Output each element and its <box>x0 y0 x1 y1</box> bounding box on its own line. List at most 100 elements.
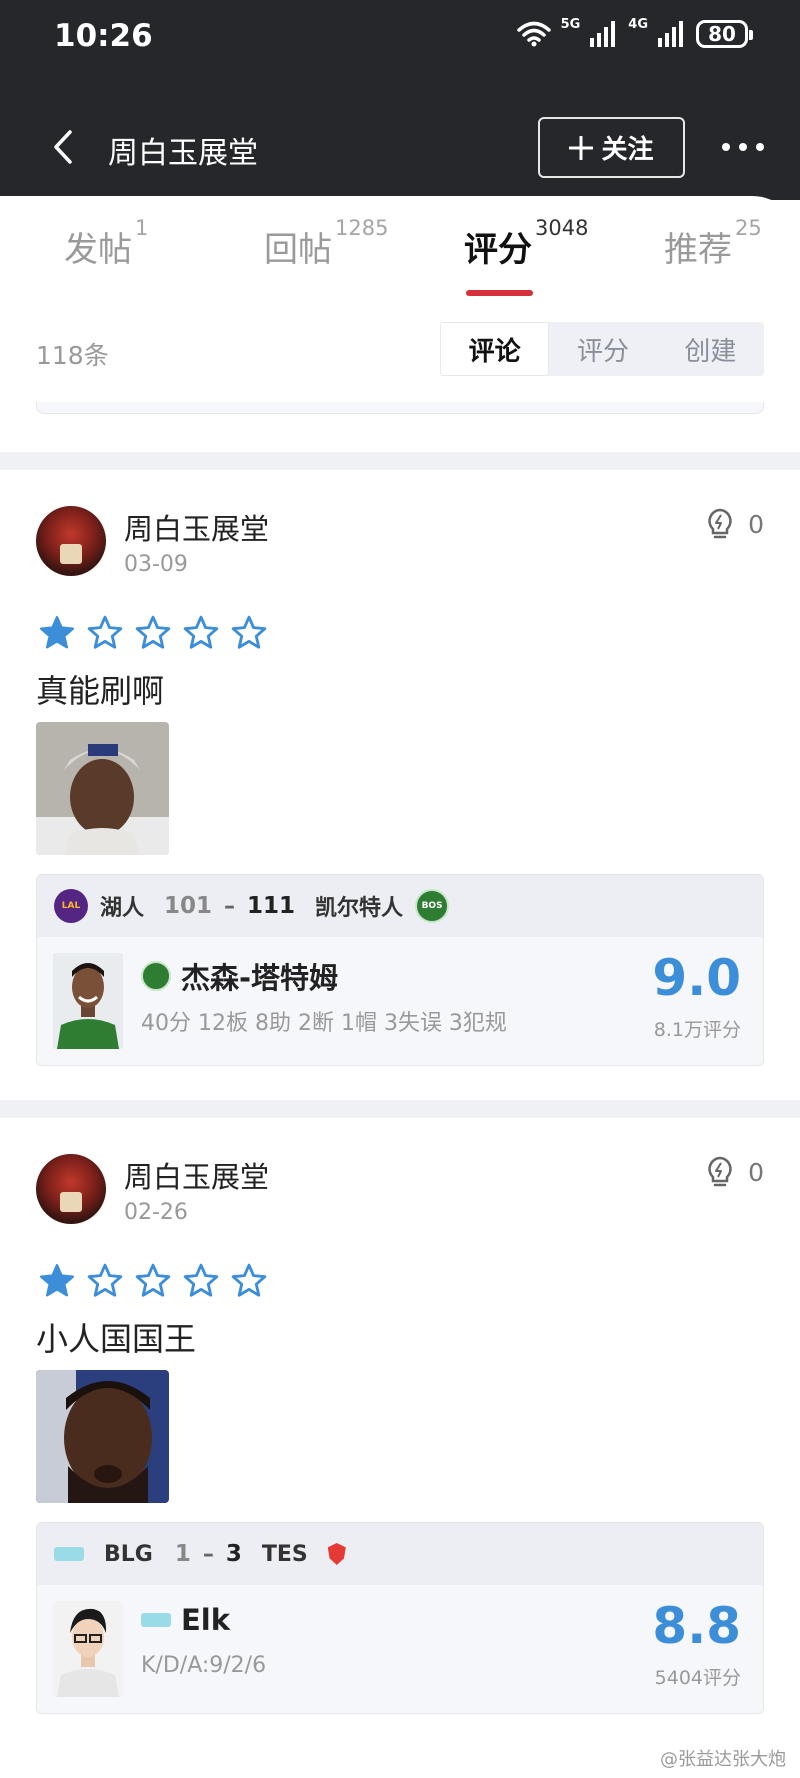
home-score: 101 <box>164 893 213 919</box>
tab-replies-count: 1285 <box>335 216 389 240</box>
star-empty-icon <box>135 1263 171 1297</box>
comment-image[interactable] <box>36 1370 169 1503</box>
star-empty-icon <box>183 1263 219 1297</box>
player-rating: 8.8 <box>652 1597 741 1655</box>
match-header: LAL 湖人 101 – 111 凯尔特人 BOS <box>37 875 763 937</box>
watermark: @张益达张大炮 <box>660 1749 786 1770</box>
tab-ratings[interactable]: 评分3048 <box>464 216 588 271</box>
away-team: TES <box>261 1541 308 1567</box>
like-count: 0 <box>748 509 764 539</box>
tes-logo-icon <box>327 1543 346 1565</box>
score-dash: – <box>202 1541 214 1567</box>
player-name-row: 杰森-塔特姆 <box>141 955 338 997</box>
blg-logo-icon <box>141 1613 171 1627</box>
tab-ratings-count: 3048 <box>535 216 589 240</box>
like-button[interactable]: 0 <box>706 508 764 540</box>
player-rating: 9.0 <box>652 949 741 1007</box>
away-team: 凯尔特人 <box>315 896 404 921</box>
username[interactable]: 周白玉展堂 <box>124 506 269 548</box>
segment-comments[interactable]: 评论 <box>440 322 550 376</box>
filter-segmented-control: 评论 评分 创建 <box>440 322 764 376</box>
comment-card: 周白玉展堂 03-09 0 真能刷啊 LAL 湖人 101 – 111 凯尔特人… <box>0 470 800 1100</box>
home-score: 1 <box>174 1541 191 1567</box>
comment-date: 03-09 <box>124 552 188 577</box>
tab-posts-label: 发帖 <box>64 230 132 270</box>
comment-text: 小人国国王 <box>36 1320 197 1358</box>
tab-ratings-label: 评分 <box>464 230 532 270</box>
comment-text: 真能刷啊 <box>36 672 165 710</box>
celtics-logo-icon <box>141 961 171 991</box>
username[interactable]: 周白玉展堂 <box>124 1154 269 1196</box>
away-score: 3 <box>225 1541 242 1567</box>
tab-posts[interactable]: 发帖1 <box>64 216 148 271</box>
star-empty-icon <box>231 615 267 649</box>
more-options-icon[interactable] <box>722 143 764 151</box>
match-header: BLG 1 – 3 TES <box>37 1523 763 1585</box>
blg-logo-icon <box>54 1547 84 1561</box>
away-score: 111 <box>247 893 296 919</box>
player-statline: K/D/A:9/2/6 <box>141 1653 267 1678</box>
tab-recommend-label: 推荐 <box>664 230 732 270</box>
tab-replies[interactable]: 回帖1285 <box>264 216 388 271</box>
star-filled-icon <box>39 1263 75 1297</box>
tab-replies-label: 回帖 <box>264 230 332 270</box>
avatar[interactable] <box>36 506 106 576</box>
status-time: 10:26 <box>54 18 153 54</box>
battery-indicator: 80 <box>696 20 753 48</box>
star-empty-icon <box>231 1263 267 1297</box>
segment-ratings[interactable]: 评分 <box>549 322 656 376</box>
player-photo <box>53 1601 123 1697</box>
result-count: 118条 <box>36 341 109 370</box>
home-team: 湖人 <box>100 896 145 921</box>
rating-count: 5404评分 <box>654 1667 741 1689</box>
signal-icon-2 <box>658 21 683 47</box>
star-empty-icon <box>135 615 171 649</box>
rating-count: 8.1万评分 <box>653 1019 741 1041</box>
active-tab-indicator <box>466 290 533 296</box>
star-empty-icon <box>87 1263 123 1297</box>
score-dash: – <box>224 893 236 919</box>
section-divider <box>0 452 800 470</box>
back-arrow-icon[interactable] <box>48 128 78 166</box>
star-empty-icon <box>183 615 219 649</box>
player-photo <box>53 953 123 1049</box>
segment-created[interactable]: 创建 <box>657 322 764 376</box>
status-icons: 5G 4G 80 <box>516 16 753 48</box>
tab-posts-count: 1 <box>135 216 149 240</box>
previous-card-edge <box>36 402 764 414</box>
comment-date: 02-26 <box>124 1200 188 1225</box>
player-statline: 40分 12板 8助 2断 1帽 3失误 3犯规 <box>141 1011 507 1036</box>
plus-icon <box>569 135 594 160</box>
comment-card: 周白玉展堂 02-26 0 小人国国王 BLG 1 – 3 TES Elk K/… <box>0 1118 800 1758</box>
player-name: Elk <box>181 1603 231 1637</box>
home-team: BLG <box>104 1541 153 1567</box>
lightbulb-icon <box>708 508 732 539</box>
star-rating <box>38 1262 268 1300</box>
profile-tabs-sheet: 发帖1 回帖1285 评分3048 推荐25 118条 评论 评分 创建 <box>0 196 800 450</box>
celtics-logo-icon: BOS <box>415 889 450 923</box>
avatar[interactable] <box>36 1154 106 1224</box>
star-empty-icon <box>87 615 123 649</box>
comment-image[interactable] <box>36 722 169 855</box>
follow-button[interactable]: 关注 <box>538 117 685 178</box>
lakers-logo-icon: LAL <box>54 889 88 923</box>
tab-recommend[interactable]: 推荐25 <box>664 216 762 271</box>
signal-icon <box>590 21 616 47</box>
match-card[interactable]: LAL 湖人 101 – 111 凯尔特人 BOS 杰森-塔特姆 40分 12板… <box>36 874 764 1066</box>
tab-recommend-count: 25 <box>735 216 762 240</box>
top-bar: 10:26 5G 4G 80 周白玉展堂 关注 <box>0 0 800 200</box>
star-rating <box>38 614 268 652</box>
network-5g-label: 5G <box>560 16 581 32</box>
network-4g-label: 4G <box>628 16 648 32</box>
player-name-row: Elk <box>141 1603 230 1637</box>
match-card[interactable]: BLG 1 – 3 TES Elk K/D/A:9/2/6 8.8 5404评分 <box>36 1522 764 1714</box>
follow-label: 关注 <box>601 135 654 165</box>
lightbulb-icon <box>708 1156 732 1187</box>
star-filled-icon <box>39 615 75 649</box>
player-name: 杰森-塔特姆 <box>181 961 339 995</box>
page-title: 周白玉展堂 <box>108 136 258 171</box>
like-count: 0 <box>748 1157 764 1187</box>
like-button[interactable]: 0 <box>706 1156 764 1188</box>
wifi-icon <box>516 21 551 47</box>
section-divider <box>0 1100 800 1118</box>
